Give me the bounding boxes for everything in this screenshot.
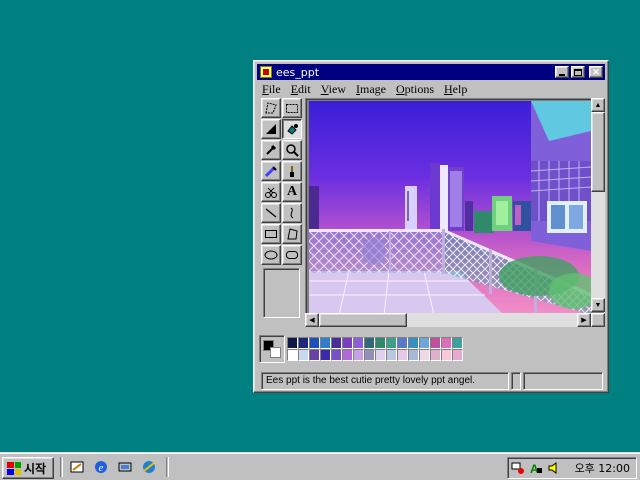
palette-swatch[interactable] bbox=[320, 337, 331, 349]
scroll-right-button[interactable]: ▶ bbox=[577, 313, 591, 327]
palette-swatch[interactable] bbox=[331, 349, 342, 361]
palette-swatch[interactable] bbox=[309, 349, 320, 361]
menu-help[interactable]: Help bbox=[439, 82, 472, 97]
palette-swatch[interactable] bbox=[452, 349, 463, 361]
rectangle-icon[interactable] bbox=[261, 224, 281, 244]
menu-view[interactable]: View bbox=[316, 82, 351, 97]
close-button[interactable]: ✕ bbox=[589, 66, 603, 78]
palette-swatch[interactable] bbox=[408, 349, 419, 361]
free-select-icon[interactable] bbox=[261, 98, 281, 118]
palette-swatch[interactable] bbox=[364, 349, 375, 361]
polygon-icon[interactable] bbox=[282, 224, 302, 244]
scroll-up-button[interactable]: ▲ bbox=[591, 98, 605, 112]
line-icon[interactable] bbox=[261, 203, 281, 223]
palette-swatch[interactable] bbox=[430, 337, 441, 349]
curve-icon[interactable] bbox=[282, 203, 302, 223]
palette-swatch[interactable] bbox=[386, 337, 397, 349]
palette-swatch[interactable] bbox=[353, 337, 364, 349]
taskbar: 시작 e A 오후 12:00 bbox=[0, 452, 640, 480]
taskbar-divider bbox=[60, 457, 63, 477]
taskbar-divider-2 bbox=[166, 457, 169, 477]
palette-swatch[interactable] bbox=[441, 349, 452, 361]
tool-options-box[interactable] bbox=[263, 268, 300, 318]
clock[interactable]: 오후 12:00 bbox=[575, 460, 630, 476]
ellipse-icon[interactable] bbox=[261, 245, 281, 265]
ime-icon[interactable]: A bbox=[528, 460, 544, 476]
magnifier-icon[interactable] bbox=[282, 140, 302, 160]
rect-select-icon[interactable] bbox=[282, 98, 302, 118]
maximize-button[interactable] bbox=[571, 66, 585, 78]
scroll-corner bbox=[591, 313, 605, 327]
airbrush-icon[interactable] bbox=[261, 182, 281, 202]
scroll-down-button[interactable]: ▼ bbox=[591, 298, 605, 312]
palette-swatch[interactable] bbox=[364, 337, 375, 349]
menu-edit[interactable]: Edit bbox=[286, 82, 316, 97]
palette-swatch[interactable] bbox=[386, 349, 397, 361]
background-color[interactable] bbox=[270, 347, 281, 358]
start-label: 시작 bbox=[24, 461, 47, 476]
palette-swatch[interactable] bbox=[375, 349, 386, 361]
fill-icon[interactable] bbox=[282, 119, 302, 139]
canvas-area bbox=[305, 98, 605, 327]
outlook-express-icon[interactable] bbox=[140, 458, 158, 476]
color-picker-icon[interactable] bbox=[261, 140, 281, 160]
rounded-rectangle-icon[interactable] bbox=[282, 245, 302, 265]
palette-swatch[interactable] bbox=[430, 349, 441, 361]
menu-file[interactable]: File bbox=[257, 82, 286, 97]
palette-swatch[interactable] bbox=[342, 337, 353, 349]
palette-swatch[interactable] bbox=[309, 337, 320, 349]
status-bar: Ees ppt is the best cutie pretty lovely … bbox=[261, 372, 603, 390]
brush-icon[interactable] bbox=[282, 161, 302, 181]
pencil-icon[interactable] bbox=[261, 161, 281, 181]
menu-image[interactable]: Image bbox=[351, 82, 391, 97]
palette-swatch[interactable] bbox=[419, 349, 430, 361]
palette-swatch[interactable] bbox=[353, 349, 364, 361]
palette-swatch[interactable] bbox=[298, 337, 309, 349]
volume-icon[interactable] bbox=[546, 460, 562, 476]
palette-swatch[interactable] bbox=[441, 337, 452, 349]
drawing-canvas[interactable] bbox=[309, 101, 591, 315]
svg-text:e: e bbox=[99, 462, 104, 474]
status-cell-size bbox=[523, 372, 603, 390]
vertical-scroll-thumb[interactable] bbox=[591, 112, 605, 192]
menu-bar: File Edit View Image Options Help bbox=[257, 80, 605, 98]
palette-swatch[interactable] bbox=[452, 337, 463, 349]
channels-icon[interactable] bbox=[116, 458, 134, 476]
windows-logo-icon bbox=[7, 461, 21, 475]
network-icon[interactable] bbox=[510, 460, 526, 476]
palette-swatch[interactable] bbox=[331, 337, 342, 349]
palette-swatch[interactable] bbox=[375, 337, 386, 349]
text-icon[interactable]: A bbox=[282, 182, 302, 202]
window-title: ees_ppt bbox=[276, 65, 320, 79]
horizontal-scroll-thumb[interactable] bbox=[319, 313, 407, 327]
status-text: Ees ppt is the best cutie pretty lovely … bbox=[261, 372, 510, 390]
palette-swatch[interactable] bbox=[419, 337, 430, 349]
internet-explorer-icon[interactable]: e bbox=[92, 458, 110, 476]
palette-swatch[interactable] bbox=[320, 349, 331, 361]
vertical-scrollbar[interactable]: ▲ ▼ bbox=[591, 98, 605, 312]
palette-swatch[interactable] bbox=[397, 337, 408, 349]
show-desktop-icon[interactable] bbox=[68, 458, 86, 476]
palette-swatch[interactable] bbox=[287, 349, 298, 361]
palette-swatch[interactable] bbox=[342, 349, 353, 361]
toolbox: A bbox=[261, 98, 303, 322]
palette-swatch[interactable] bbox=[298, 349, 309, 361]
eraser-icon[interactable] bbox=[261, 119, 281, 139]
paint-app-icon[interactable] bbox=[260, 66, 272, 78]
palette-swatch[interactable] bbox=[397, 349, 408, 361]
title-bar[interactable]: ees_ppt ✕ bbox=[257, 64, 605, 80]
palette-swatch[interactable] bbox=[287, 337, 298, 349]
paint-window: ees_ppt ✕ File Edit View Image Options H… bbox=[253, 60, 609, 393]
palette-swatch[interactable] bbox=[408, 337, 419, 349]
current-colors[interactable] bbox=[259, 335, 285, 363]
horizontal-scrollbar[interactable]: ◀ ▶ bbox=[305, 313, 591, 327]
scroll-left-button[interactable]: ◀ bbox=[305, 313, 319, 327]
menu-options[interactable]: Options bbox=[391, 82, 439, 97]
system-tray: A 오후 12:00 bbox=[507, 457, 637, 479]
start-button[interactable]: 시작 bbox=[2, 457, 54, 479]
color-palette bbox=[259, 335, 465, 363]
status-cell-coords bbox=[511, 372, 522, 390]
minimize-button[interactable] bbox=[555, 66, 569, 78]
